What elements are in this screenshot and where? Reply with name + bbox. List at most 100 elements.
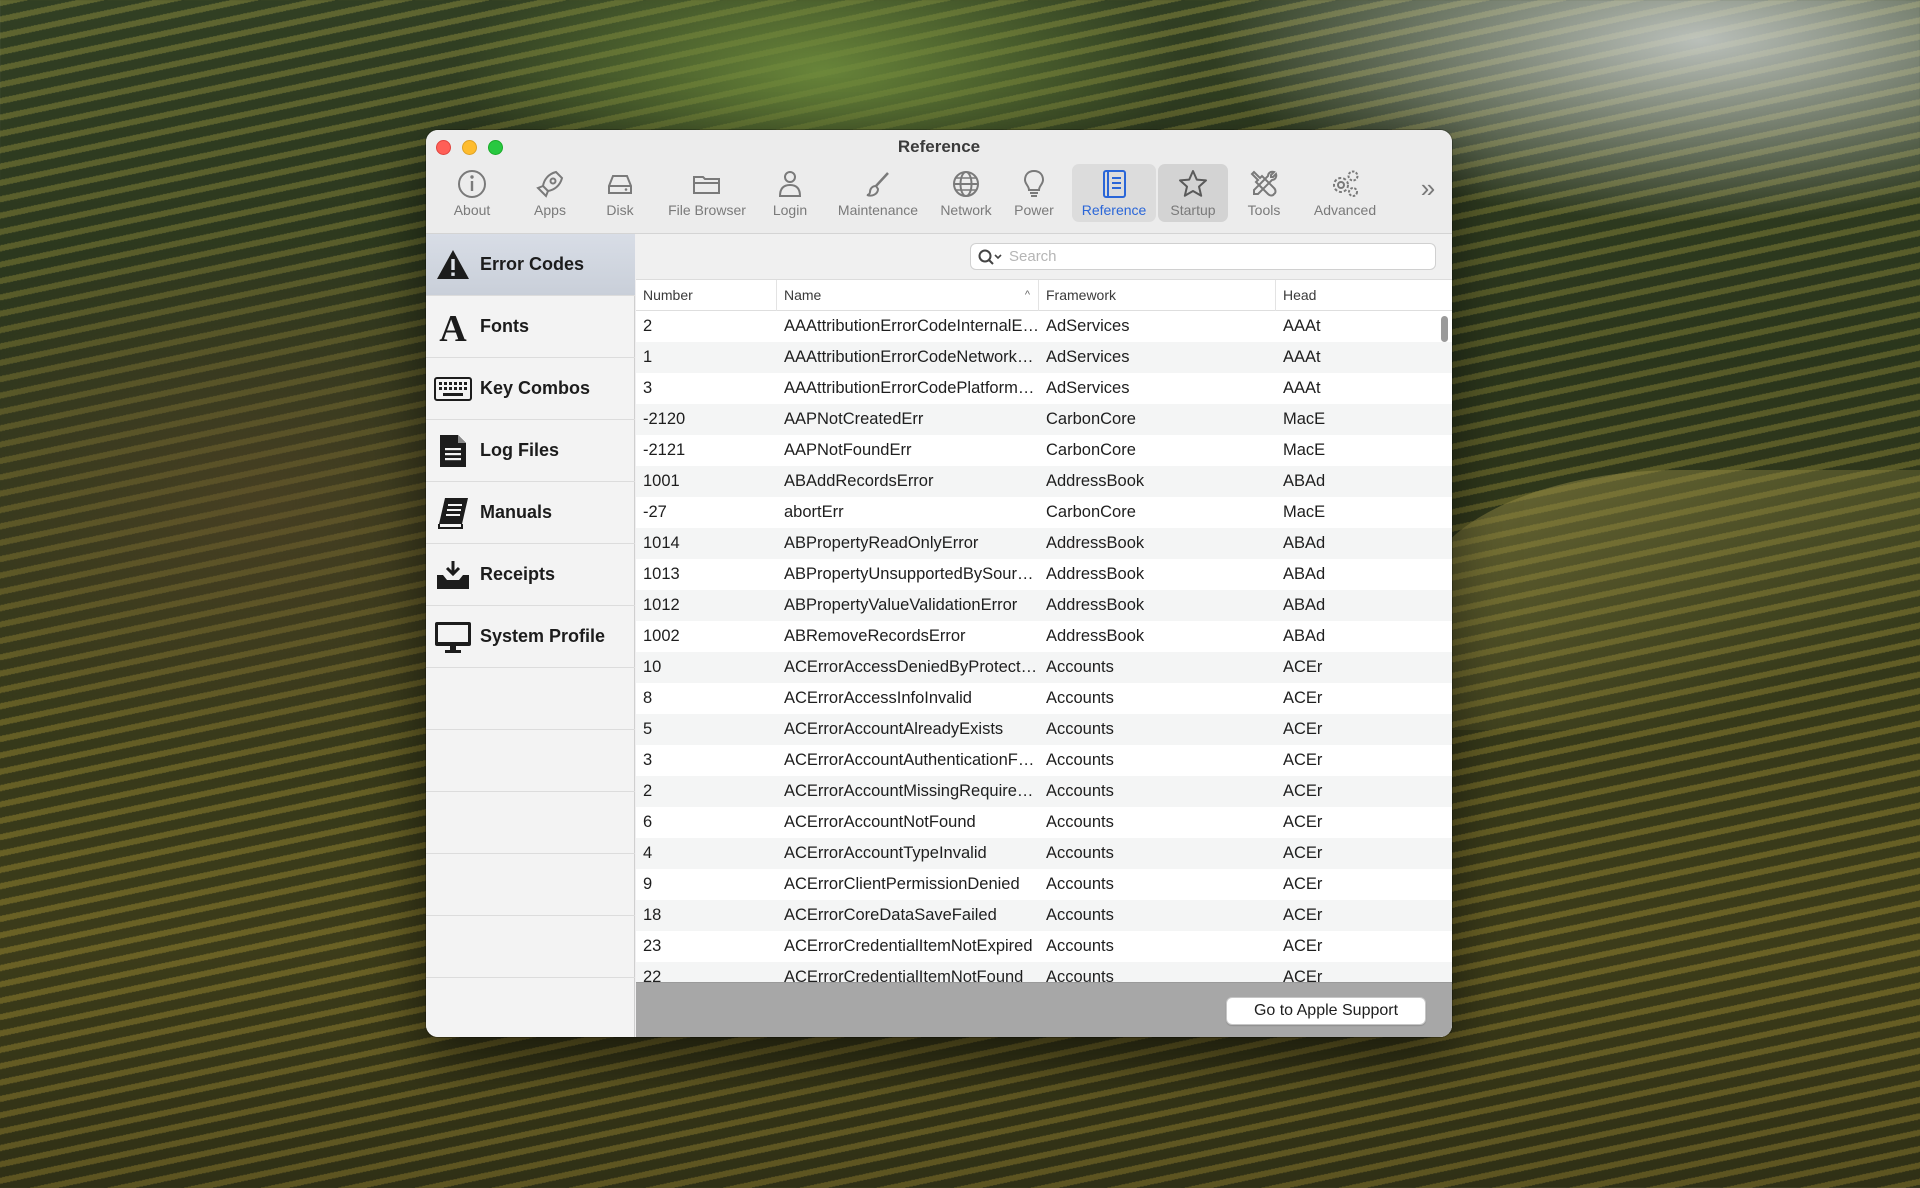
cell-number: 1012	[643, 596, 680, 614]
table-row[interactable]: 1012 ABPropertyValueValidationError Addres…	[636, 590, 1452, 621]
table-row[interactable]: 18 ACErrorCoreDataSaveFailed Accounts ACEr	[636, 900, 1452, 931]
cell-head: AAAt	[1283, 348, 1321, 366]
table-row[interactable]: -2120 AAPNotCreatedErr CarbonCore MacE	[636, 404, 1452, 435]
table-row[interactable]: 1001 ABAddRecordsError AddressBook ABAd	[636, 466, 1452, 497]
folder-icon	[693, 176, 720, 194]
table-row[interactable]: 22 ACErrorCredentialItemNotFound Accounts A…	[636, 962, 1452, 982]
sidebar-item-key-combos[interactable]: Key Combos	[426, 358, 635, 420]
toolbar-label: Reference	[1081, 202, 1147, 218]
table-row[interactable]: 5 ACErrorAccountAlreadyExists Accounts ACEr	[636, 714, 1452, 745]
cell-framework: Accounts	[1046, 906, 1114, 924]
cell-framework: Accounts	[1046, 844, 1114, 862]
cell-head: ACEr	[1283, 968, 1323, 982]
sidebar-item-label: Log Files	[480, 440, 560, 460]
cell-number: -2120	[643, 410, 686, 428]
search-icon	[978, 249, 1002, 265]
cell-number: 1	[643, 348, 653, 366]
search-input[interactable]	[1009, 248, 1409, 265]
reference-window: Reference About Apps Disk File Browser L…	[426, 130, 1452, 1037]
table-row[interactable]: 10 ACErrorAccessDeniedByProtectionPoli...…	[636, 652, 1452, 683]
toolbar-apps-button[interactable]: Apps	[520, 164, 580, 222]
table-row[interactable]: 6 ACErrorAccountNotFound Accounts ACEr	[636, 807, 1452, 838]
manual-icon	[434, 494, 472, 532]
cell-number: 2	[643, 317, 653, 335]
cell-head: ABAd	[1283, 627, 1326, 645]
table-row[interactable]: 3 ACErrorAccountAuthenticationFailed Accou…	[636, 745, 1452, 776]
sidebar-item-receipts[interactable]: Receipts	[426, 544, 635, 606]
table-row[interactable]: 1002 ABRemoveRecordsError AddressBook ABAd	[636, 621, 1452, 652]
cell-number: 10	[643, 658, 662, 676]
cell-head: ABAd	[1283, 534, 1326, 552]
table-row[interactable]: 1013 ABPropertyUnsupportedBySourceError Ad…	[636, 559, 1452, 590]
column-header-head[interactable]: Head	[1276, 280, 1452, 311]
table-row[interactable]: 1 AAAttributionErrorCodeNetworkError AdSer…	[636, 342, 1452, 373]
table-row[interactable]: 2 AAAttributionErrorCodeInternalError AdSe…	[636, 311, 1452, 342]
table-row[interactable]: 3 AAAttributionErrorCodePlatformNotSu... A…	[636, 373, 1452, 404]
cell-framework: AddressBook	[1046, 596, 1145, 614]
toolbar-power-button[interactable]: Power	[1006, 164, 1062, 222]
table-header: Number Name ^ Framework Head	[636, 280, 1452, 311]
table-row[interactable]: 2 ACErrorAccountMissingRequiredPrope... Ac…	[636, 776, 1452, 807]
wallpaper-hill	[1420, 470, 1920, 730]
toolbar-reference-button[interactable]: Reference	[1072, 164, 1156, 222]
table-row[interactable]: 4 ACErrorAccountTypeInvalid Accounts ACEr	[636, 838, 1452, 869]
toolbar-login-button[interactable]: Login	[760, 164, 820, 222]
table-body: 2 AAAttributionErrorCodeInternalError AdSe…	[636, 311, 1452, 982]
footer-bar: Go to Apple Support	[636, 982, 1452, 1037]
cell-number: 18	[643, 906, 662, 924]
toolbar-label: Network	[940, 202, 992, 218]
search-bar	[636, 234, 1452, 280]
window-title: Reference	[897, 137, 981, 156]
toolbar-maintenance-button[interactable]: Maintenance	[830, 164, 926, 222]
table-row[interactable]: 1014 ABPropertyReadOnlyError AddressBook AB…	[636, 528, 1452, 559]
sidebar-item-fonts[interactable]: A Fonts	[426, 296, 635, 358]
table-row[interactable]: 9 ACErrorClientPermissionDenied Accounts AC…	[636, 869, 1452, 900]
sidebar-item-log-files[interactable]: Log Files	[426, 420, 635, 482]
cell-head: MacE	[1283, 410, 1326, 428]
sidebar-empty-row	[426, 730, 635, 792]
search-field[interactable]	[970, 243, 1436, 270]
cell-framework: AddressBook	[1046, 627, 1145, 645]
cell-number: 3	[643, 379, 653, 397]
table-row[interactable]: -2121 AAPNotFoundErr CarbonCore MacE	[636, 435, 1452, 466]
column-header-framework[interactable]: Framework	[1039, 280, 1276, 311]
cell-name: AAAttributionErrorCodeNetworkError	[784, 348, 1039, 366]
toolbar-tools-button[interactable]: Tools	[1236, 164, 1292, 222]
toolbar-startup-button[interactable]: Startup	[1158, 164, 1228, 222]
toolbar: About Apps Disk File Browser Login Maint…	[426, 164, 1452, 226]
cell-number: 1001	[643, 472, 680, 490]
gears-icon	[1333, 170, 1359, 197]
table-scrollbar[interactable]	[1441, 316, 1448, 342]
toolbar-overflow-chevron-icon[interactable]: »	[1416, 175, 1440, 201]
cell-name: ACErrorCoreDataSaveFailed	[784, 906, 997, 924]
cell-number: 2	[643, 782, 653, 800]
sidebar-item-system-profile[interactable]: System Profile	[426, 606, 635, 668]
cell-name: ACErrorClientPermissionDenied	[784, 875, 1020, 893]
toolbar-file-browser-button[interactable]: File Browser	[660, 164, 754, 222]
table-row[interactable]: 8 ACErrorAccessInfoInvalid Accounts ACEr	[636, 683, 1452, 714]
column-header-name[interactable]: Name ^	[777, 280, 1039, 311]
toolbar-label: File Browser	[668, 202, 746, 218]
cell-number: -2121	[643, 441, 686, 459]
cell-framework: Accounts	[1046, 689, 1114, 707]
cell-number: 9	[643, 875, 653, 893]
toolbar-label: Login	[772, 202, 808, 218]
cell-head: ABAd	[1283, 472, 1326, 490]
sidebar-item-manuals[interactable]: Manuals	[426, 482, 635, 544]
toolbar-disk-button[interactable]: Disk	[590, 164, 650, 222]
cell-number: 23	[643, 937, 662, 955]
sidebar-empty-row	[426, 792, 635, 854]
toolbar-about-button[interactable]: About	[442, 164, 502, 222]
apple-support-button[interactable]: Go to Apple Support	[1226, 997, 1426, 1025]
cell-name: ACErrorAccountTypeInvalid	[784, 844, 987, 862]
cell-number: 3	[643, 751, 653, 769]
svg-text:A: A	[439, 310, 467, 344]
table-row[interactable]: -27 abortErr CarbonCore MacE	[636, 497, 1452, 528]
toolbar-network-button[interactable]: Network	[934, 164, 998, 222]
column-header-number[interactable]: Number	[636, 280, 777, 311]
cell-head: ACEr	[1283, 813, 1323, 831]
wrench-screwdriver-icon	[1250, 170, 1278, 197]
sidebar-item-error-codes[interactable]: Error Codes	[426, 234, 635, 296]
toolbar-advanced-button[interactable]: Advanced	[1302, 164, 1388, 222]
table-row[interactable]: 23 ACErrorCredentialItemNotExpired Account…	[636, 931, 1452, 962]
